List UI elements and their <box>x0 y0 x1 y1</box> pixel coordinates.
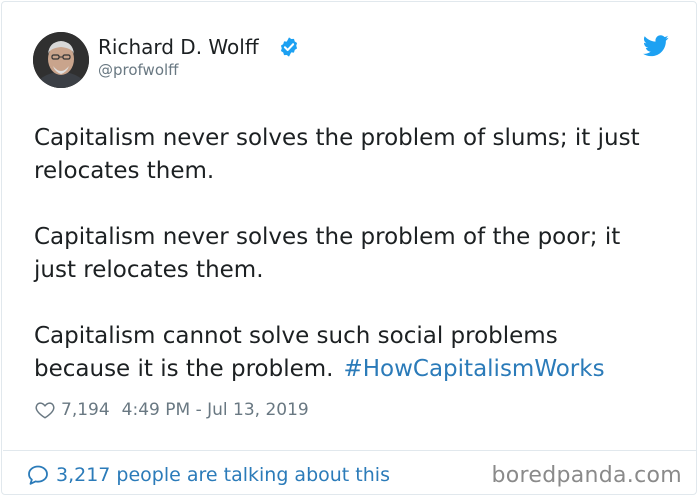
hashtag-link[interactable]: #HowCapitalismWorks <box>343 356 604 382</box>
avatar[interactable] <box>33 32 89 88</box>
tweet-paragraph-2: Capitalism never solves the problem of t… <box>34 224 621 283</box>
tweet-meta: 7,194 4:49 PM - Jul 13, 2019 <box>34 398 309 422</box>
like-count[interactable]: 7,194 <box>61 400 110 420</box>
tweet-text: Capitalism never solves the problem of s… <box>34 122 682 386</box>
tweet-card: Richard D. Wolff @profwolff Capitalism n… <box>1 1 697 495</box>
tweet-paragraph-1: Capitalism never solves the problem of s… <box>34 125 640 184</box>
author-name[interactable]: Richard D. Wolff <box>98 34 259 60</box>
talking-about-text: 3,217 people are talking about this <box>56 464 390 486</box>
author-handle[interactable]: @profwolff <box>98 60 179 80</box>
timestamp[interactable]: 4:49 PM - Jul 13, 2019 <box>122 400 309 420</box>
watermark: boredpanda.com <box>491 463 682 488</box>
avatar-photo <box>33 32 89 88</box>
tweet-paragraph-3: Capitalism cannot solve such social prob… <box>34 320 682 386</box>
twitter-bird-icon[interactable] <box>643 35 669 57</box>
heart-icon[interactable] <box>34 399 56 421</box>
verified-badge-icon <box>280 37 298 57</box>
divider <box>3 450 697 451</box>
talking-about-link[interactable]: 3,217 people are talking about this <box>26 462 390 488</box>
speech-bubble-icon <box>28 465 48 485</box>
